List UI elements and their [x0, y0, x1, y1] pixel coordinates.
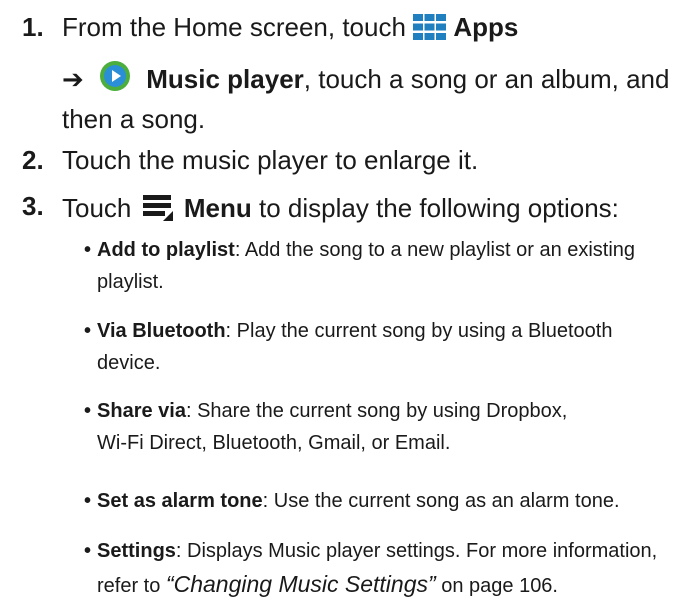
- step-number: 2.: [22, 145, 44, 175]
- step-number: 3.: [22, 191, 44, 221]
- option-desc: : Add the song to a new playlist or an e…: [234, 239, 636, 261]
- menu-label: Menu: [183, 193, 252, 223]
- option-term: Set as alarm tone: [97, 490, 263, 512]
- step-text: Touch: [62, 193, 132, 223]
- step-2-text: Touch the music player to enlarge it.: [62, 145, 479, 175]
- option-desc: : Share the current song by using Dropbo…: [185, 400, 568, 422]
- step-3-text: Touch Menu to display the following opti…: [62, 193, 619, 225]
- apps-grid-icon: [413, 14, 447, 44]
- music-player-icon: [99, 60, 131, 96]
- apps-label: Apps: [453, 12, 519, 42]
- option-term: Settings: [97, 540, 176, 562]
- option-desc: : Use the current song as an alarm tone.: [262, 490, 620, 512]
- step-text: , touch a song or an album, and: [303, 64, 670, 94]
- option-via-bluetooth: • Via Bluetooth: Play the current song by…: [84, 321, 684, 373]
- option-term: Via Bluetooth: [97, 320, 226, 342]
- bullet: •: [84, 540, 92, 562]
- bullet: •: [84, 320, 92, 342]
- option-desc: playlist.: [97, 271, 164, 293]
- step-text: then a song.: [62, 104, 206, 134]
- bullet: •: [84, 400, 92, 422]
- music-player-label: Music player: [146, 64, 304, 94]
- option-share-via: • Share via: Share the current song by us…: [84, 401, 684, 453]
- bullet: •: [84, 239, 92, 261]
- option-settings: • Settings: Displays Music player setting…: [84, 541, 684, 596]
- option-desc: device.: [97, 352, 161, 374]
- step-text: From the Home screen, touch: [62, 12, 406, 42]
- menu-icon: [142, 193, 173, 225]
- step-1-line-1: From the Home screen, touch Apps: [62, 14, 518, 44]
- step-1-line-3: then a song.: [62, 106, 205, 132]
- step-number: 1.: [22, 12, 44, 42]
- option-add-to-playlist: • Add to playlist: Add the song to a new …: [84, 240, 684, 292]
- step-text: to display the following options:: [258, 193, 619, 223]
- option-desc: Wi-Fi Direct, Bluetooth, Gmail, or Email…: [97, 432, 451, 454]
- option-term: Share via: [97, 400, 186, 422]
- option-desc: refer to “Changing Music Settings” on pa…: [84, 571, 684, 597]
- option-desc: : Displays Music player settings. For mo…: [175, 540, 658, 562]
- option-desc-text: refer to: [97, 575, 166, 597]
- option-desc-text: on page 106.: [435, 575, 558, 597]
- cross-reference-link[interactable]: “Changing Music Settings”: [166, 571, 436, 597]
- option-desc: : Play the current song by using a Bluet…: [225, 320, 613, 342]
- step-1-line-2: ➔ Music player, touch a song or an album…: [62, 60, 669, 96]
- bullet: •: [84, 490, 92, 512]
- option-term: Add to playlist: [97, 239, 235, 261]
- arrow-icon: ➔: [62, 64, 84, 94]
- option-set-as-alarm-tone: • Set as alarm tone: Use the current song…: [84, 491, 684, 511]
